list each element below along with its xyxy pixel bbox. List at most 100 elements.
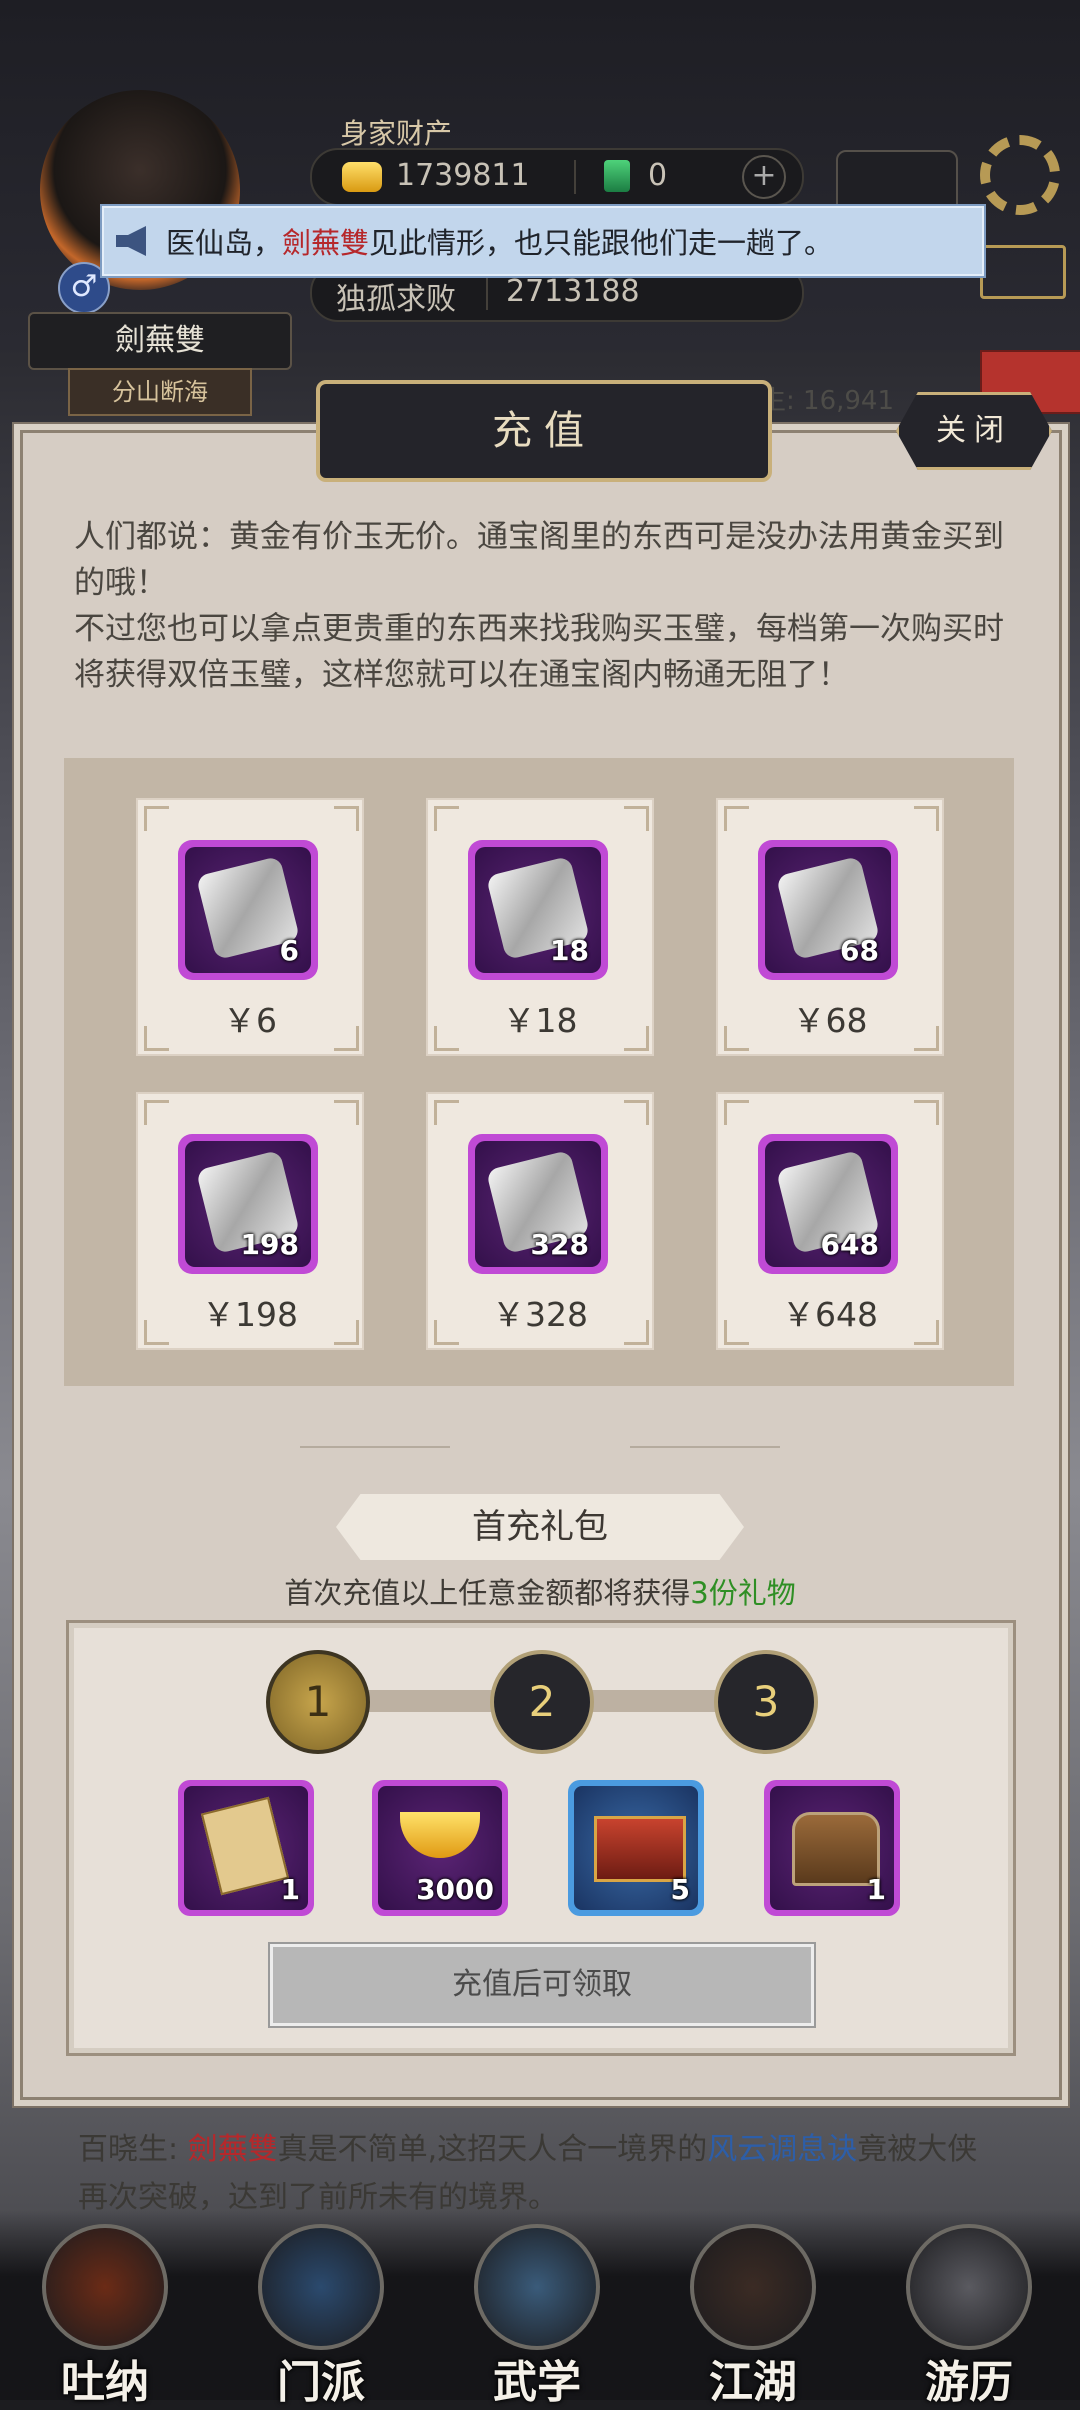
jade-pack-icon-frame: 198 xyxy=(178,1134,318,1274)
pack-qty: 18 xyxy=(550,934,589,967)
dialog-intro-text: 人们都说：黄金有价玉无价。通宝阁里的东西可是没办法用黄金买到的哦！ 不过您也可以拿… xyxy=(74,514,1004,698)
recharge-pack[interactable]: 198 ￥198 xyxy=(136,1092,364,1350)
card-corner-ornament xyxy=(434,1100,459,1125)
card-corner-ornament xyxy=(624,806,649,831)
nav-label: 游历 xyxy=(925,2357,1013,2408)
jade-icon xyxy=(604,160,630,192)
recharge-pack-grid: 6 ￥6 18 ￥18 68 ￥68 198 ￥198 328 ￥328 648 ￥648 xyxy=(64,758,1014,1386)
sect-icon xyxy=(258,2224,384,2350)
recharge-pack[interactable]: 328 ￥328 xyxy=(426,1092,654,1350)
gear-icon[interactable] xyxy=(980,135,1060,215)
reward-qty: 3000 xyxy=(416,1873,494,1906)
add-currency-button[interactable]: + xyxy=(742,155,786,199)
book-icon xyxy=(200,1796,290,1896)
jade-pack-icon-frame: 68 xyxy=(758,840,898,980)
pack-qty: 68 xyxy=(840,934,879,967)
coin-amount: 1739811 xyxy=(396,158,530,193)
currency-pill: 1739811 0 + xyxy=(310,148,804,206)
reward-qty: 1 xyxy=(280,1873,300,1906)
nav-item-1[interactable]: 吐纳 xyxy=(30,2224,180,2408)
divider xyxy=(486,276,488,310)
reward-item[interactable]: 3000 xyxy=(372,1780,508,1916)
step-1[interactable]: 1 xyxy=(266,1650,370,1754)
jade-amount: 0 xyxy=(648,158,668,193)
pack-price: ￥18 xyxy=(502,1001,578,1040)
nav-item-3[interactable]: 武学 xyxy=(462,2224,612,2408)
card-corner-ornament xyxy=(914,806,939,831)
intro-paragraph: 人们都说：黄金有价玉无价。通宝阁里的东西可是没办法用黄金买到的哦！ xyxy=(74,519,1004,601)
close-button[interactable]: 关闭 xyxy=(896,392,1052,470)
chat-mid: 真是不简单,这招天人合一境界的 xyxy=(277,2132,708,2167)
card-corner-ornament xyxy=(144,1100,169,1125)
meditation-icon xyxy=(42,2224,168,2350)
jade-pack-icon-bg: 198 xyxy=(185,1141,311,1267)
notice-player-name: 劍蕪雙 xyxy=(282,226,370,260)
pack-price: ￥328 xyxy=(492,1295,588,1334)
online-count: 生: 16,941 xyxy=(760,386,894,416)
jade-pack-icon-frame: 328 xyxy=(468,1134,608,1274)
recharge-pack[interactable]: 68 ￥68 xyxy=(716,798,944,1056)
nav-label: 门派 xyxy=(277,2357,365,2408)
nav-item-2[interactable]: 门派 xyxy=(246,2224,396,2408)
martial-arts-icon xyxy=(474,2224,600,2350)
jade-pack-icon-bg: 6 xyxy=(185,847,311,973)
pack-qty: 648 xyxy=(820,1228,879,1261)
jade-pack-icon-bg: 68 xyxy=(765,847,891,973)
jade-pack-icon-frame: 6 xyxy=(178,840,318,980)
system-notice: 医仙岛，劍蕪雙见此情形，也只能跟他们走一趟了。 xyxy=(100,204,986,278)
chat-skill-name: 风云调息诀 xyxy=(707,2132,858,2167)
recharge-pack[interactable]: 6 ￥6 xyxy=(136,798,364,1056)
player-name: 劍蕪雙 xyxy=(28,312,292,370)
first-desc-highlight: 3份礼物 xyxy=(690,1576,796,1610)
pack-price: ￥68 xyxy=(792,1001,868,1040)
chat-player-name: 劍蕪雙 xyxy=(187,2132,278,2167)
pack-price: ￥198 xyxy=(202,1295,298,1334)
chat-message: 百晓生: 劍蕪雙真是不简单,这招天人合一境界的风云调息诀竟被大侠再次突破，达到了… xyxy=(78,2126,998,2222)
notice-suffix: 见此情形，也只能跟他们走一趟了。 xyxy=(369,226,834,260)
nav-label: 武学 xyxy=(493,2357,581,2408)
recharge-pack[interactable]: 18 ￥18 xyxy=(426,798,654,1056)
pack-price: ￥648 xyxy=(782,1295,878,1334)
claim-button[interactable]: 充值后可领取 xyxy=(270,1944,814,2026)
player-title: 分山断海 xyxy=(68,368,252,416)
reward-item[interactable]: 5 xyxy=(568,1780,704,1916)
reward-qty: 1 xyxy=(866,1873,886,1906)
rival-name: 独孤求败 xyxy=(336,282,456,317)
nav-item-5[interactable]: 游历 xyxy=(894,2224,1044,2408)
jade-pack-icon-frame: 648 xyxy=(758,1134,898,1274)
card-corner-ornament xyxy=(334,806,359,831)
nav-label: 吐纳 xyxy=(61,2357,149,2408)
nav-item-4[interactable]: 江湖 xyxy=(678,2224,828,2408)
notice-prefix: 医仙岛， xyxy=(166,226,283,260)
card-corner-ornament xyxy=(624,1100,649,1125)
first-recharge-tab[interactable]: 首充礼包 xyxy=(336,1494,744,1560)
first-desc-prefix: 首次充值以上任意金额都将获得 xyxy=(284,1576,691,1610)
step-3[interactable]: 3 xyxy=(714,1650,818,1754)
pack-price: ￥6 xyxy=(223,1001,277,1040)
step-2[interactable]: 2 xyxy=(490,1650,594,1754)
travel-icon xyxy=(906,2224,1032,2350)
jianghu-icon xyxy=(690,2224,816,2350)
jade-pack-icon-bg: 648 xyxy=(765,1141,891,1267)
reward-item[interactable]: 1 xyxy=(764,1780,900,1916)
pack-qty: 328 xyxy=(530,1228,589,1261)
jade-pack-icon-frame: 18 xyxy=(468,840,608,980)
jade-pack-icon-bg: 18 xyxy=(475,847,601,973)
dialog-title: 充值 xyxy=(316,380,772,482)
card-corner-ornament xyxy=(434,806,459,831)
card-corner-ornament xyxy=(334,1100,359,1125)
mail-icon[interactable] xyxy=(980,245,1066,299)
recharge-pack[interactable]: 648 ￥648 xyxy=(716,1092,944,1350)
reward-qty: 5 xyxy=(670,1873,690,1906)
divider xyxy=(574,160,576,194)
ornament-divider-right xyxy=(630,1446,780,1448)
nav-label: 江湖 xyxy=(709,2357,797,2408)
card-corner-ornament xyxy=(724,1100,749,1125)
ornament-divider-left xyxy=(300,1446,450,1448)
pack-qty: 198 xyxy=(240,1228,299,1261)
card-corner-ornament xyxy=(144,806,169,831)
rival-value: 2713188 xyxy=(506,274,640,309)
pack-qty: 6 xyxy=(279,934,299,967)
speaker-icon xyxy=(116,226,146,256)
reward-item[interactable]: 1 xyxy=(178,1780,314,1916)
